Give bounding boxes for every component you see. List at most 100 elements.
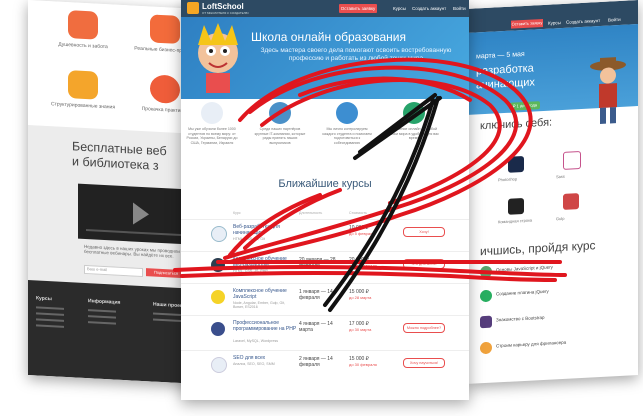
course-title[interactable]: SEO для всех [233, 355, 297, 361]
course-stack: Анализ, SEO, SEO, SMM [233, 362, 275, 366]
request-button[interactable]: Оставить заявку [511, 18, 543, 29]
table-row[interactable]: Веб-разработка для начинающих HTML, CSS,… [181, 219, 469, 252]
card-caption: Структурированные знания [50, 101, 116, 111]
tool-caption: Photoshop [498, 176, 518, 183]
table-header: Курс Длительность Стоимость [181, 211, 469, 218]
nav-link-courses[interactable]: Курсы [393, 6, 406, 11]
footer-heading: Курсы [36, 295, 52, 303]
course-stack: Node, Angular, Ember, Gulp, Git, Bower, … [233, 301, 286, 309]
course-dates: 4 января — 14 марта [299, 321, 333, 333]
footer-link[interactable] [153, 318, 181, 323]
course-title[interactable]: Комплексное обучение веб-разработке [233, 256, 297, 268]
table-row[interactable]: Профессиональное программирование на PHP… [181, 315, 469, 348]
cowboy-illustration [590, 57, 626, 124]
course-item[interactable]: Знакомство с Bootstrap [496, 312, 596, 323]
course-item[interactable]: Создание плагина jQuery [496, 286, 596, 297]
plugin-icon [480, 289, 492, 303]
gulp-icon [563, 193, 579, 210]
javascript-icon [211, 290, 225, 304]
footer-link[interactable] [36, 318, 64, 322]
course-price: 17 000 ₽ до 30 марта [349, 321, 394, 333]
price-deadline: до 5 февраля [349, 231, 375, 236]
nav-link[interactable]: Создать аккаунт [566, 18, 600, 25]
course-item[interactable]: Основы JavaScript и jQuery [496, 262, 596, 272]
footer-link[interactable] [88, 315, 116, 319]
feature-text: Мы уже обучили более 1000 студентов по в… [186, 127, 238, 145]
center-page-preview: LoftSchool ОТ МЫСЛИТЕЛЯ К СОЗДАТЕЛЮ Оста… [181, 0, 469, 400]
bootstrap-icon [480, 315, 492, 329]
globe-icon [201, 102, 223, 124]
right-page-preview: Оставить заявку Курсы Создать аккаунт Во… [468, 0, 638, 384]
sass-icon [563, 150, 581, 170]
loftschool-logo[interactable]: LoftSchool ОТ МЫСЛИТЕЛЯ К СОЗДАТЕЛЮ [187, 2, 251, 15]
epam-logo-icon [269, 102, 291, 124]
nav-link[interactable]: Войти [608, 17, 621, 23]
course-hero-title: марта — 5 мая разработка ачинающих [476, 47, 535, 92]
php-icon [211, 322, 225, 336]
table-row[interactable]: SEO для всех Анализ, SEO, SEO, SMM 2 янв… [181, 350, 469, 383]
logo-mark-icon [187, 2, 199, 14]
footer-link[interactable] [36, 324, 64, 328]
hero-title: Школа онлайн образования [251, 30, 406, 44]
course-title[interactable]: Комплексное обучение JavaScript [233, 288, 297, 300]
logo-subtitle: ОТ МЫСЛИТЕЛЯ К СОЗДАТЕЛЮ [202, 11, 249, 15]
logo-title: LoftSchool [202, 2, 244, 11]
course-title[interactable]: Веб-разработка для начинающих [233, 224, 297, 236]
earth-icon [403, 102, 425, 124]
column-header: Длительность [299, 211, 323, 215]
gift-icon [68, 10, 98, 40]
course-action-button[interactable]: Хочу! [403, 227, 445, 237]
nav-link-login[interactable]: Войти [453, 6, 466, 11]
nav-link[interactable]: Курсы [548, 20, 561, 26]
course-avatar-icon [211, 226, 227, 242]
course-item[interactable]: Строим карьеру для фрилансера [496, 338, 596, 349]
price-deadline: до 20 февраля [349, 263, 377, 268]
tool-caption: Командная строка [498, 217, 533, 225]
tool-caption: Sass [556, 173, 565, 180]
hero-description: Здесь мастера своего дела помогают освои… [260, 47, 452, 62]
upcoming-courses-title: Ближайшие курсы [278, 178, 372, 190]
price-deadline: до 30 февраля [349, 362, 377, 367]
course-hero: марта — 5 мая разработка ачинающих ₽ 1 д… [468, 24, 638, 124]
course-stack: Laravel, MySQL, Wordpress [233, 339, 279, 343]
table-row[interactable]: Комплексное обучение веб-разработке HTML… [181, 251, 469, 284]
course-stack: HTML, CSS, JS, PHP [233, 269, 268, 273]
column-header: Курс [233, 211, 241, 215]
course-action-button[interactable]: Хочу научиться! [403, 358, 445, 368]
footer-link[interactable] [36, 312, 64, 316]
nav-link-register[interactable]: Создать аккаунт [412, 6, 446, 11]
column-header: Стоимость [349, 211, 367, 215]
course-action-button[interactable]: Это для меня! [403, 259, 445, 269]
course-price: 20 000 ₽ до 20 февраля [349, 257, 394, 269]
request-button[interactable]: Оставить заявку [339, 4, 377, 13]
target-icon [150, 74, 180, 104]
js-icon [480, 265, 492, 279]
table-row[interactable]: Комплексное обучение JavaScript Node, An… [181, 283, 469, 316]
footer-link[interactable] [36, 306, 64, 310]
footer-link[interactable] [88, 309, 116, 313]
price-deadline: до 30 марта [349, 327, 372, 332]
hero-banner: Школа онлайн образования Здесь мастера с… [181, 17, 469, 99]
course-price: 15 000 ₽ до 30 февраля [349, 356, 394, 368]
play-icon[interactable] [133, 202, 149, 226]
photoshop-icon [508, 155, 524, 173]
footer-link[interactable] [88, 321, 116, 325]
card-caption: Душевность и забота [58, 41, 108, 51]
course-dates: 2 января — 14 февраля [299, 356, 333, 368]
webinars-title: Бесплатные веб и библиотека з [72, 139, 167, 174]
course-price: 15 000 ₽ до 28 марта [349, 289, 394, 301]
main-navbar: LoftSchool ОТ МЫСЛИТЕЛЯ К СОЗДАТЕЛЮ Оста… [181, 0, 469, 17]
features-row: Мы уже обучили более 1000 студентов по в… [181, 99, 469, 171]
handshake-icon [150, 14, 180, 44]
course-price: 10 000 ₽ до 5 февраля [349, 225, 394, 237]
hero-signup-button[interactable]: ₽ 1 до 1 года [510, 101, 540, 111]
terminal-icon [508, 197, 524, 215]
course-title[interactable]: Профессиональное программирование на PHP [233, 320, 297, 332]
course-dates: 20 января — 28 февраля [299, 257, 336, 269]
footer-link[interactable] [153, 312, 181, 317]
mascot-illustration [198, 23, 238, 93]
feature-text: Мы лично контролируем каждого студента и… [322, 127, 372, 145]
footer-heading: Информация [88, 298, 121, 306]
course-list-title: ичшись, пройдя курс [480, 238, 596, 259]
course-action-button[interactable]: Можно подробнее? [403, 323, 445, 333]
